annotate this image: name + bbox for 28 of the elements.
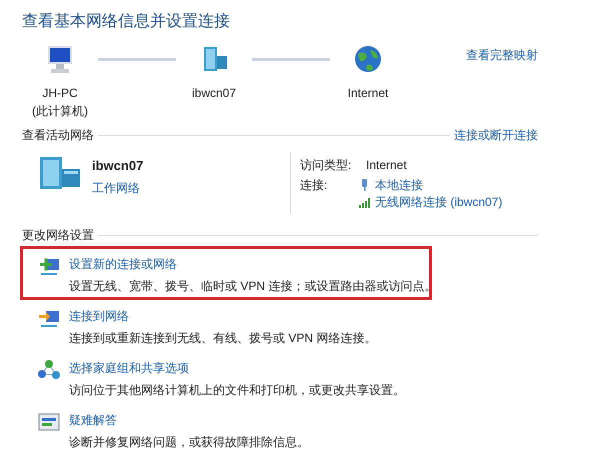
section-heading: 查看活动网络 xyxy=(22,127,94,144)
task-description: 访问位于其他网络计算机上的文件和打印机，或更改共享设置。 xyxy=(69,382,405,399)
network-type-link[interactable]: 工作网络 xyxy=(92,178,144,196)
connection-link[interactable]: 本地连接 xyxy=(375,176,423,194)
connect-disconnect-link[interactable]: 连接或断开连接 xyxy=(454,126,538,144)
task-description: 设置无线、宽带、拨号、临时或 VPN 连接；或设置路由器或访问点。 xyxy=(69,278,436,295)
full-map-link[interactable]: 查看完整映射 xyxy=(466,46,538,64)
section-heading: 更改网络设置 xyxy=(22,227,94,244)
connection-link[interactable]: 无线网络连接 (ibwcn07) xyxy=(375,192,502,210)
task-link[interactable]: 疑难解答 xyxy=(69,411,309,429)
node-label: ibwcn07 xyxy=(192,85,236,102)
access-type-label: 访问类型: xyxy=(300,157,352,174)
page-title: 查看基本网络信息并设置连接 xyxy=(22,12,231,32)
node-label: Internet xyxy=(348,85,388,102)
node-label: JH-PC xyxy=(42,85,78,102)
task-link[interactable]: 选择家庭组和共享选项 xyxy=(69,359,405,377)
window-icon xyxy=(37,411,61,433)
connected-spheres-icon xyxy=(37,359,61,381)
task-description: 连接到或重新连接到无线、有线、拨号或 VPN 网络连接。 xyxy=(69,330,376,347)
server-icon xyxy=(38,156,82,190)
task-description: 诊断并修复网络问题，或获得故障排除信息。 xyxy=(69,434,309,449)
signal-bars-icon xyxy=(358,195,371,208)
task-link[interactable]: 设置新的连接或网络 xyxy=(69,255,436,273)
connections-label: 连接: xyxy=(300,177,328,194)
task-link[interactable]: 连接到网络 xyxy=(69,307,376,325)
access-type-value: Internet xyxy=(366,157,407,174)
node-sublabel: (此计算机) xyxy=(32,103,88,120)
network-name: ibwcn07 xyxy=(92,157,144,175)
